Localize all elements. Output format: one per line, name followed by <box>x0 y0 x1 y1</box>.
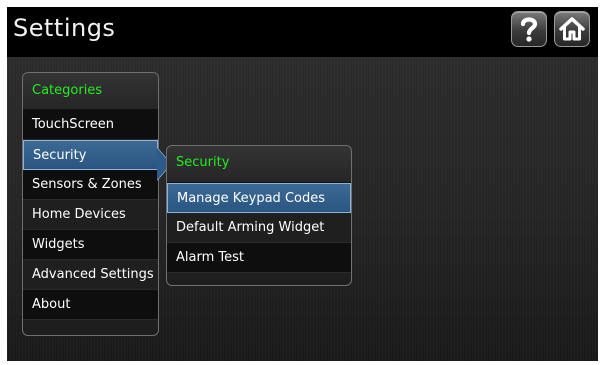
category-security[interactable]: Security <box>23 140 158 170</box>
submenu-default-arming-widget[interactable]: Default Arming Widget <box>167 213 351 243</box>
question-mark-icon <box>520 17 538 42</box>
settings-screen: Settings Categories TouchScreen Security… <box>7 7 598 361</box>
category-home-devices[interactable]: Home Devices <box>23 200 158 230</box>
category-touchscreen[interactable]: TouchScreen <box>23 110 158 140</box>
category-widgets[interactable]: Widgets <box>23 230 158 260</box>
categories-panel: Categories TouchScreen Security Sensors … <box>22 72 159 336</box>
category-about[interactable]: About <box>23 290 158 320</box>
title-bar: Settings <box>7 7 598 57</box>
submenu-header: Security <box>167 146 351 183</box>
submenu-alarm-test[interactable]: Alarm Test <box>167 243 351 273</box>
categories-header: Categories <box>23 73 158 110</box>
page-title: Settings <box>13 14 116 42</box>
home-button[interactable] <box>554 11 590 47</box>
submenu-manage-keypad-codes[interactable]: Manage Keypad Codes <box>167 183 351 213</box>
security-submenu-panel: Security Manage Keypad Codes Default Arm… <box>166 145 352 286</box>
help-button[interactable] <box>511 11 547 47</box>
category-advanced-settings[interactable]: Advanced Settings <box>23 260 158 290</box>
category-sensors-zones[interactable]: Sensors & Zones <box>23 170 158 200</box>
home-icon <box>559 17 585 41</box>
